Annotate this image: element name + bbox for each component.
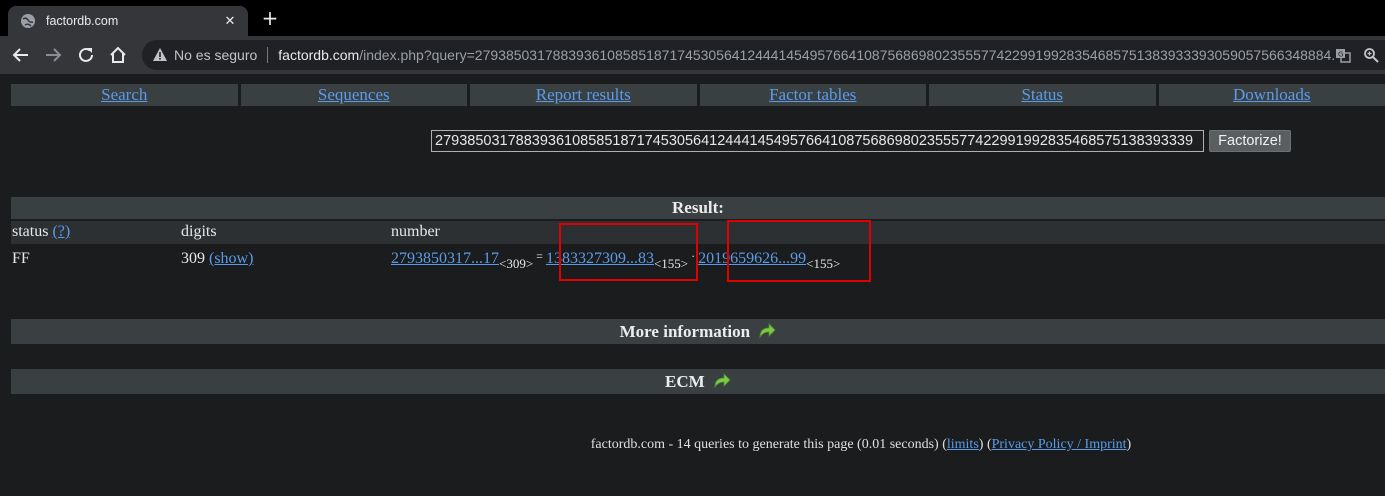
menu-factor-tables: Factor tables [699,84,926,106]
menu-status: Status [929,84,1156,106]
footer-text: factordb.com - 14 queries to generate th… [590,437,947,452]
factorize-button[interactable]: Factorize! [1209,130,1291,152]
digits-column-header: digits [181,223,217,240]
arrow-left-icon [12,48,28,62]
menu-link-factor-tables[interactable]: Factor tables [769,85,856,104]
query-input[interactable]: 2793850317883936108585187174530564124441… [431,130,1204,152]
number-column-header: number [391,223,440,240]
reload-icon [79,47,93,62]
omnibox-actions: G [1335,40,1385,70]
menu-link-search[interactable]: Search [101,85,147,104]
limits-link[interactable]: limits [947,437,979,452]
menu-sequences: Sequences [240,84,467,106]
privacy-policy-link[interactable]: Privacy Policy / Imprint [992,437,1127,452]
digits-cell: 309 (show) [181,250,253,268]
menu-downloads: Downloads [1158,84,1385,106]
menu-search: Search [11,84,238,106]
address-bar[interactable]: No es seguro factordb.com /index.php?que… [142,40,1385,70]
svg-text:G: G [1338,51,1343,59]
site-menu: Search Sequences Report results Factor t… [11,84,1385,106]
browser-tab[interactable]: factordb.com ✕ [8,6,248,36]
tab-title: factordb.com [46,14,119,28]
page-footer: factordb.com - 14 queries to generate th… [0,437,1385,453]
highlight-box-factor-1 [559,223,698,281]
expand-arrow-icon[interactable] [713,372,731,388]
browser-tabstrip: factordb.com ✕ + [0,0,1385,36]
result-heading: Result: [11,197,1385,219]
security-label[interactable]: No es seguro [174,47,257,63]
status-column-header: status (?) [12,223,70,241]
status-header-label: status [12,223,49,240]
back-button[interactable] [8,43,34,67]
reload-button[interactable] [73,43,99,67]
more-information-heading[interactable]: More information [11,319,1385,344]
close-tab-icon[interactable]: ✕ [220,14,240,29]
home-icon [110,46,126,63]
url-path: /index.php?query=27938503178839361085851… [359,47,1343,63]
menu-link-status[interactable]: Status [1021,85,1063,104]
expand-arrow-icon[interactable] [758,322,776,338]
home-button[interactable] [105,43,131,67]
more-information-label: More information [619,322,751,341]
status-help-link[interactable]: (?) [52,223,70,240]
equals-sign: = [536,249,543,263]
menu-link-sequences[interactable]: Sequences [318,85,390,104]
arrow-right-icon [46,48,62,62]
menu-report-results: Report results [470,84,697,106]
digits-value: 309 [181,250,205,267]
translate-icon[interactable]: G [1335,47,1351,63]
highlight-box-factor-2 [727,220,871,282]
url-host: factordb.com [278,47,360,63]
footer-end: ) [1126,437,1132,452]
menu-link-downloads[interactable]: Downloads [1233,85,1310,104]
show-digits-link[interactable]: (show) [209,250,253,267]
status-value: FF [12,250,30,267]
forward-button[interactable] [40,43,66,67]
browser-toolbar: No es seguro factordb.com /index.php?que… [0,36,1385,74]
ecm-label: ECM [665,372,705,391]
result-column-headers: status (?) digits number [11,221,1385,244]
new-tab-button[interactable]: + [258,6,282,30]
number-digit-count: <309> [499,256,534,271]
divider [267,47,269,63]
zoom-icon[interactable] [1363,47,1379,63]
ecm-heading[interactable]: ECM [11,369,1385,394]
globe-icon [21,14,35,28]
warning-icon [153,48,167,61]
number-link[interactable]: 2793850317...17 [391,250,499,267]
result-row: FF 309 (show) 2793850317...17<309> = 13833… [11,246,1385,276]
footer-separator: ) ( [978,437,992,452]
menu-link-report-results[interactable]: Report results [536,85,631,104]
